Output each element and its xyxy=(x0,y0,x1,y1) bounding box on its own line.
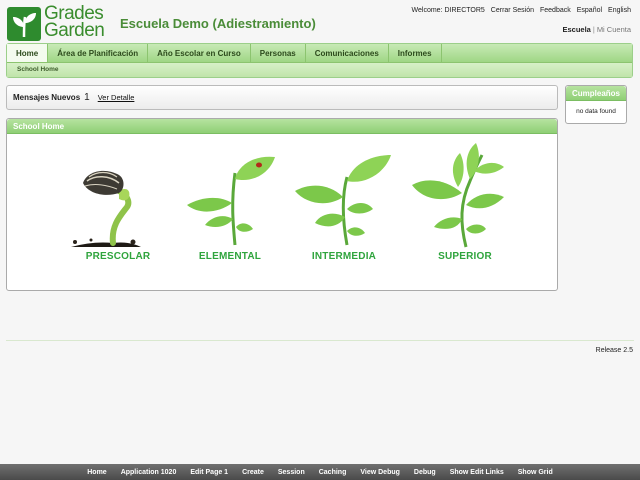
new-messages-panel: Mensajes Nuevos 1 Ver Detalle xyxy=(6,85,558,110)
my-account-link[interactable]: Mi Cuenta xyxy=(597,25,631,34)
level-superior[interactable]: SUPERIOR xyxy=(410,143,520,268)
birthdays-header: Cumpleaños xyxy=(566,86,626,101)
level-label-intermedia[interactable]: INTERMEDIA xyxy=(289,251,399,262)
devbar-create[interactable]: Create xyxy=(242,469,264,476)
top-links: Welcome: DIRECTOR5 Cerrar Sesión Feedbac… xyxy=(412,7,631,14)
english-link[interactable]: English xyxy=(608,7,631,14)
tab-communications[interactable]: Comunicaciones xyxy=(306,44,389,62)
new-messages-label: Mensajes Nuevos xyxy=(13,93,81,102)
level-label-elemental[interactable]: ELEMENTAL xyxy=(175,251,285,262)
tab-people[interactable]: Personas xyxy=(251,44,306,62)
release-version: Release 2.5 xyxy=(595,347,633,354)
breadcrumb-school-home[interactable]: School Home xyxy=(17,66,59,73)
new-messages-count: 1 xyxy=(84,92,90,103)
tab-planning-area[interactable]: Área de Planificación xyxy=(48,44,149,62)
school-home-panel: School Home PRESCOLAR ELEMENTAL INTERMED… xyxy=(6,118,558,291)
breadcrumb[interactable]: School Home xyxy=(7,63,632,77)
devbar-show-edit-links[interactable]: Show Edit Links xyxy=(450,469,504,476)
devbar-debug[interactable]: Debug xyxy=(414,469,436,476)
main-navigation: Home Área de Planificación Año Escolar e… xyxy=(6,43,633,78)
devbar-edit-page[interactable]: Edit Page 1 xyxy=(190,469,228,476)
tab-reports[interactable]: Informes xyxy=(389,44,442,62)
welcome-text: Welcome: DIRECTOR5 xyxy=(411,7,485,14)
logo-plant-icon xyxy=(7,7,41,41)
level-label-prescolar[interactable]: PRESCOLAR xyxy=(63,251,173,262)
school-home-panel-header: School Home xyxy=(7,119,557,134)
devbar-show-grid[interactable]: Show Grid xyxy=(518,469,553,476)
view-detail-link[interactable]: Ver Detalle xyxy=(98,93,135,102)
developer-toolbar: Home Application 1020 Edit Page 1 Create… xyxy=(0,464,640,480)
logout-link[interactable]: Cerrar Sesión xyxy=(491,7,534,14)
spanish-link[interactable]: Español xyxy=(577,7,602,14)
school-link[interactable]: Escuela xyxy=(563,25,591,34)
logo-text-line2: Garden xyxy=(44,20,105,41)
account-links: Escuela | Mi Cuenta xyxy=(563,25,632,34)
tab-home[interactable]: Home xyxy=(7,44,49,62)
tab-current-school-year[interactable]: Año Escolar en Curso xyxy=(148,44,251,62)
birthdays-panel: Cumpleaños no data found xyxy=(565,85,627,124)
level-elemental[interactable]: ELEMENTAL xyxy=(175,143,285,268)
devbar-home[interactable]: Home xyxy=(87,469,106,476)
level-intermedia[interactable]: INTERMEDIA xyxy=(289,143,399,268)
level-prescolar[interactable]: PRESCOLAR xyxy=(63,143,173,268)
birthdays-empty-text: no data found xyxy=(576,108,616,115)
devbar-view-debug[interactable]: View Debug xyxy=(360,469,400,476)
devbar-caching[interactable]: Caching xyxy=(319,469,347,476)
grades-garden-logo[interactable]: Grades Garden xyxy=(7,4,111,42)
school-title: Escuela Demo (Adiestramiento) xyxy=(120,16,316,31)
footer-divider xyxy=(6,340,634,341)
level-label-superior[interactable]: SUPERIOR xyxy=(410,251,520,262)
devbar-application[interactable]: Application 1020 xyxy=(121,469,177,476)
devbar-session[interactable]: Session xyxy=(278,469,305,476)
feedback-link[interactable]: Feedback xyxy=(540,7,571,14)
